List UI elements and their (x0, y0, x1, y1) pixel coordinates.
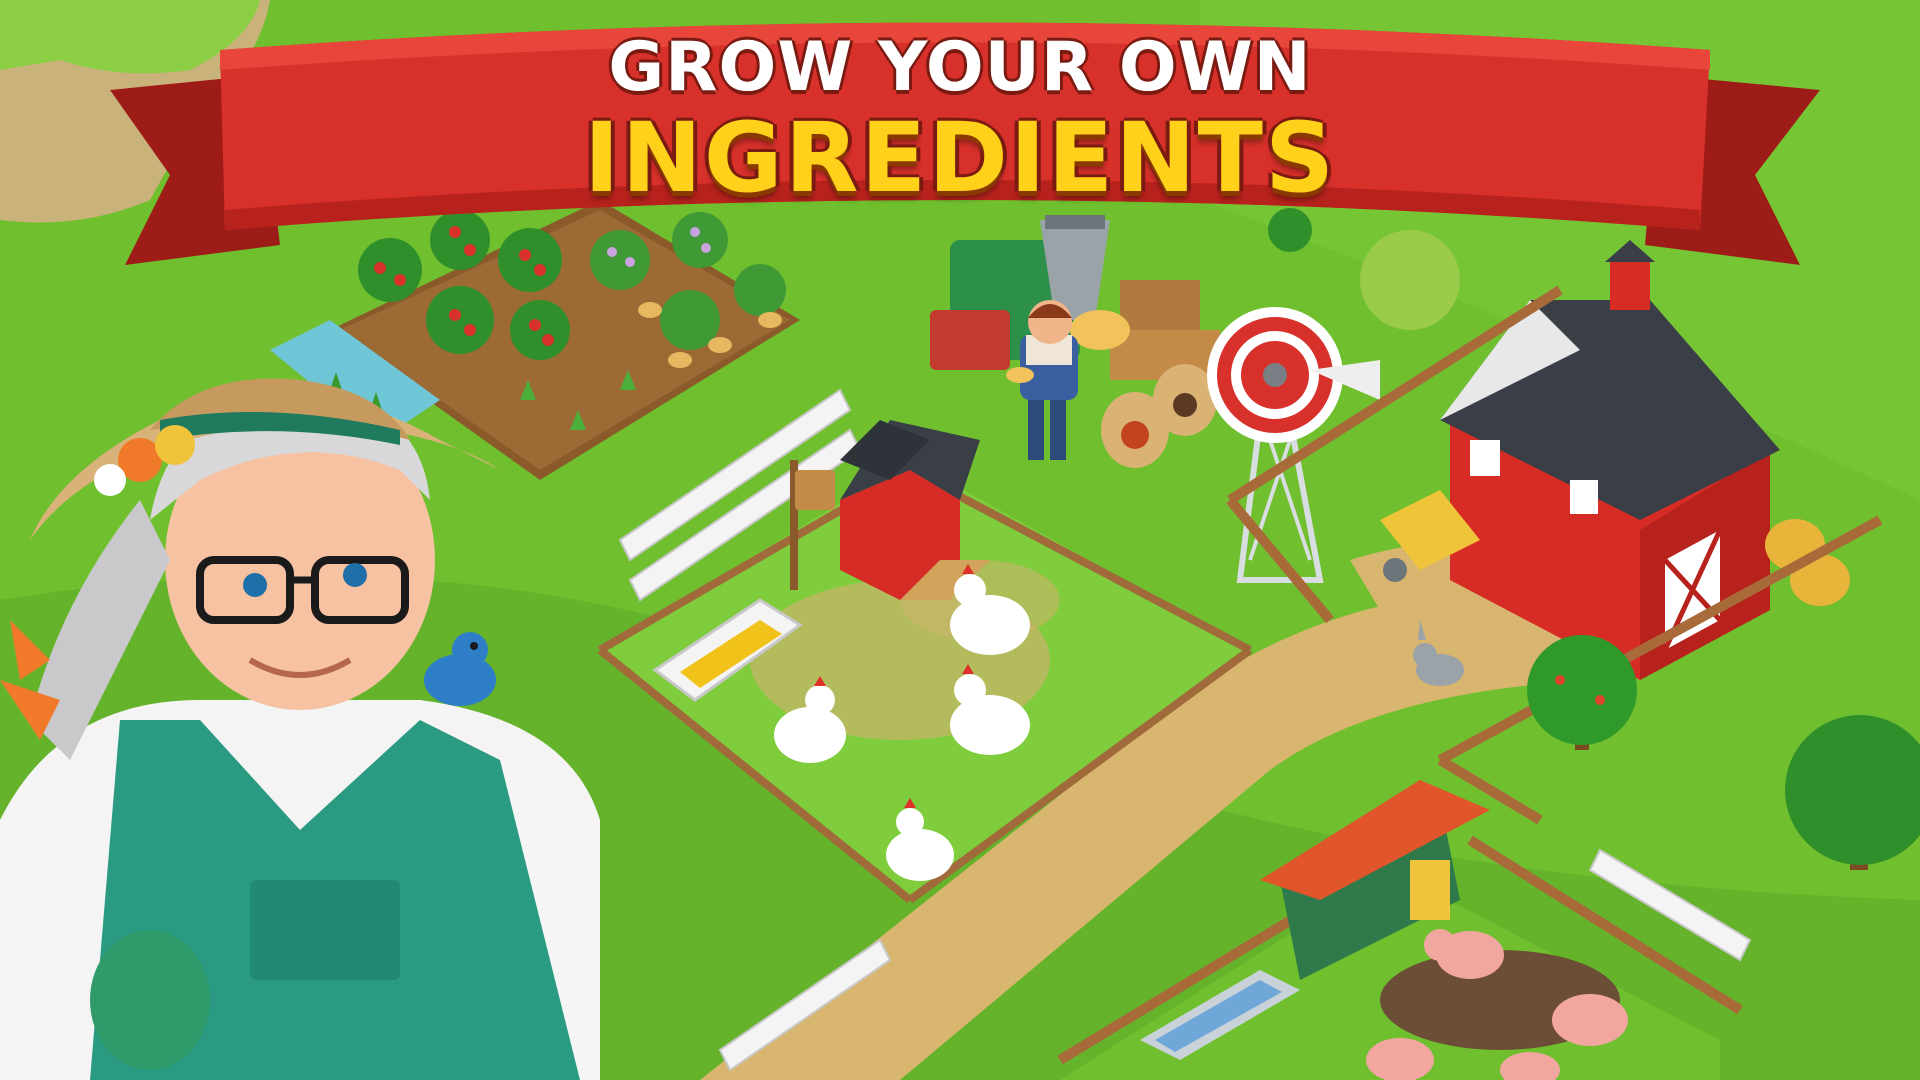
game-screen: GROW YOUR OWN INGREDIENTS (0, 0, 1920, 1080)
farm-scene (0, 0, 1920, 1080)
pig (1552, 994, 1628, 1046)
pig (1366, 1038, 1434, 1080)
